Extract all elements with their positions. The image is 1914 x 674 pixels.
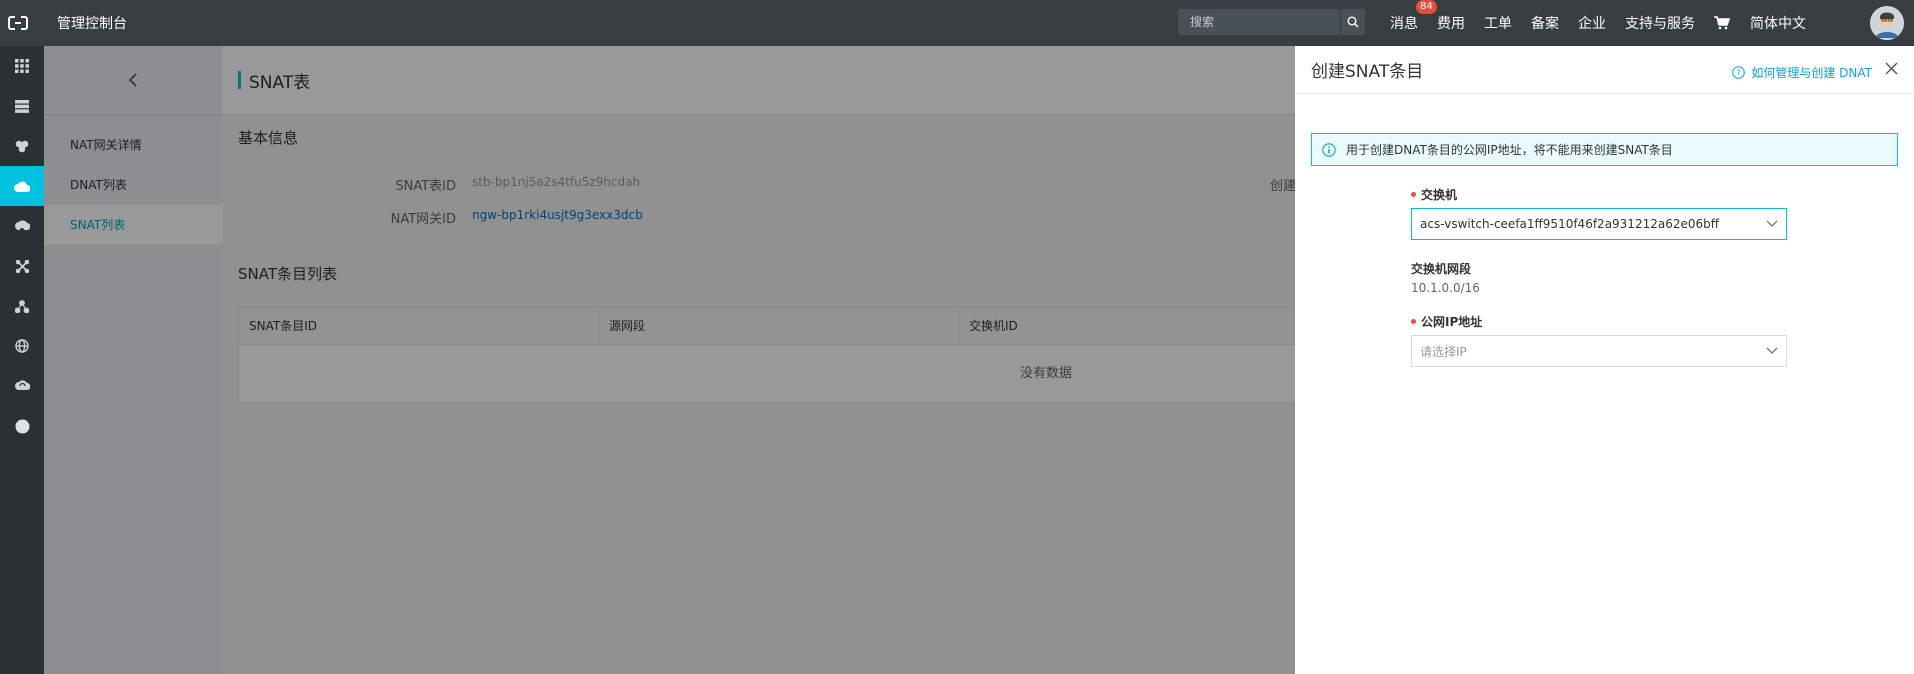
vswitch-cidr-label: 交换机网段 xyxy=(1411,262,1472,276)
public-ip-label-text: 公网IP地址 xyxy=(1421,315,1483,329)
search-input[interactable] xyxy=(1178,9,1340,35)
aliyun-logo-icon[interactable] xyxy=(0,0,36,46)
required-dot-icon xyxy=(1411,192,1416,197)
close-icon[interactable] xyxy=(1882,59,1900,77)
server-icon[interactable] xyxy=(0,86,44,126)
cluster-icon[interactable] xyxy=(0,126,44,166)
search-icon[interactable] xyxy=(1340,9,1365,35)
chevron-down-icon xyxy=(1766,347,1778,354)
help-link-label: 如何管理与创建 DNAT xyxy=(1751,66,1872,80)
nav-messages-label: 消息 xyxy=(1390,16,1418,32)
chevron-down-icon xyxy=(1766,220,1778,227)
product-rail xyxy=(0,46,44,674)
nav-language[interactable]: 简体中文 xyxy=(1750,13,1806,33)
info-alert: 用于创建DNAT条目的公网IP地址，将不能用来创建SNAT条目 xyxy=(1311,133,1898,166)
help-link[interactable]: ? 如何管理与创建 DNAT xyxy=(1732,64,1872,81)
top-nav: 消息 84 费用 工单 备案 企业 支持与服务 简体中文 xyxy=(1390,0,1825,46)
products-grid-icon[interactable] xyxy=(0,46,44,86)
cloud-gear-icon[interactable] xyxy=(0,206,44,246)
vswitch-label: 交换机 xyxy=(1411,186,1457,203)
nav-support[interactable]: 支持与服务 xyxy=(1625,13,1695,33)
public-ip-select-placeholder: 请选择IP xyxy=(1420,344,1467,359)
message-count-badge: 84 xyxy=(1416,0,1437,14)
drawer-title: 创建SNAT条目 xyxy=(1311,62,1424,82)
vswitch-cidr-value: 10.1.0.0/16 xyxy=(1411,281,1480,295)
nodes-icon[interactable] xyxy=(0,286,44,326)
modal-overlay[interactable] xyxy=(44,46,1295,674)
user-avatar[interactable] xyxy=(1870,6,1904,40)
circle-icon[interactable] xyxy=(0,406,44,446)
globe-icon[interactable] xyxy=(0,326,44,366)
cloud-sync-icon[interactable] xyxy=(0,366,44,406)
network-icon[interactable] xyxy=(0,246,44,286)
top-navigation-bar: 管理控制台 消息 84 费用 工单 备案 企业 支持与服务 简体中文 xyxy=(0,0,1914,46)
console-home-link[interactable]: 管理控制台 xyxy=(57,13,127,33)
cart-icon[interactable] xyxy=(1714,16,1730,30)
vswitch-select-value: acs-vswitch-ceefa1ff9510f46f2a931212a62e… xyxy=(1420,217,1720,231)
create-snat-drawer: 创建SNAT条目 ? 如何管理与创建 DNAT 用于创建DNAT条目的公网IP地… xyxy=(1295,46,1914,674)
svg-text:?: ? xyxy=(1737,69,1741,78)
global-search xyxy=(1178,9,1365,35)
nav-tickets[interactable]: 工单 xyxy=(1484,13,1512,33)
vswitch-label-text: 交换机 xyxy=(1421,188,1458,202)
public-ip-select[interactable]: 请选择IP xyxy=(1411,335,1787,367)
public-ip-label: 公网IP地址 xyxy=(1411,313,1482,330)
cloud-icon[interactable] xyxy=(0,166,44,206)
nav-icp[interactable]: 备案 xyxy=(1531,13,1559,33)
drawer-header: 创建SNAT条目 ? 如何管理与创建 DNAT xyxy=(1295,46,1914,94)
nav-billing[interactable]: 费用 xyxy=(1437,13,1465,33)
vswitch-select[interactable]: acs-vswitch-ceefa1ff9510f46f2a931212a62e… xyxy=(1411,208,1787,240)
info-circle-icon xyxy=(1322,142,1336,157)
required-dot-icon xyxy=(1411,319,1416,324)
nav-messages[interactable]: 消息 84 xyxy=(1390,0,1437,33)
question-circle-icon: ? xyxy=(1732,66,1746,79)
nav-enterprise[interactable]: 企业 xyxy=(1578,13,1606,33)
alert-text: 用于创建DNAT条目的公网IP地址，将不能用来创建SNAT条目 xyxy=(1346,143,1673,157)
